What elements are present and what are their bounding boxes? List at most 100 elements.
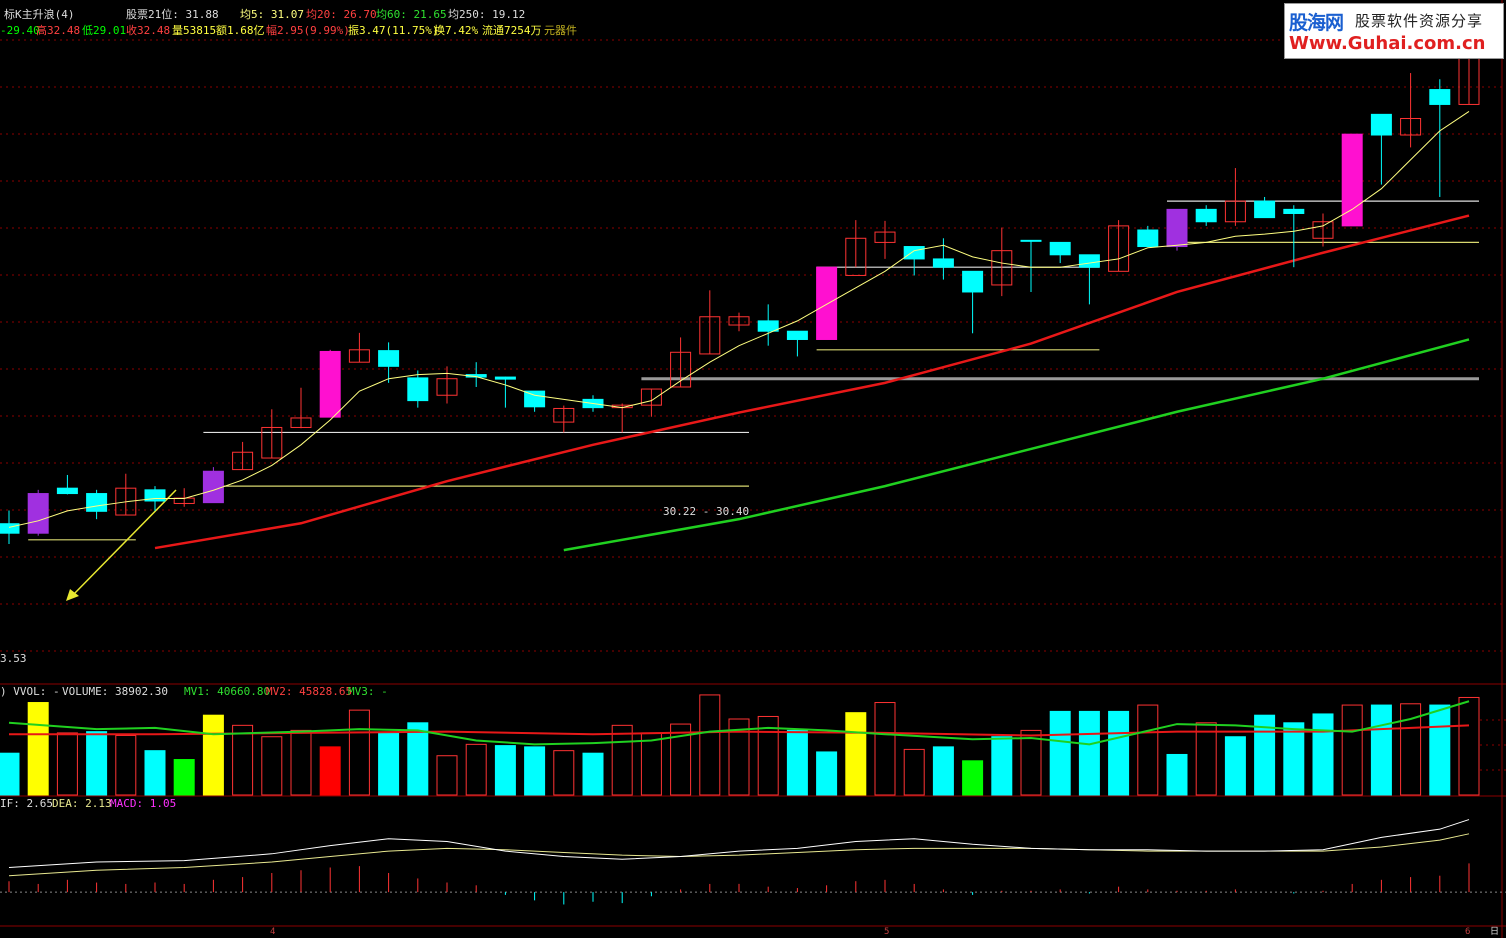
volume-bar — [1195, 722, 1217, 796]
chart-canvas — [0, 0, 1506, 938]
volume-bar — [1224, 736, 1246, 796]
ma250-label: 均250: 19.12 — [448, 8, 526, 21]
candle-body — [1283, 208, 1305, 214]
indicator-name: 标K主升浪(4) — [4, 8, 75, 21]
candle-body — [1429, 89, 1451, 105]
volume-bar — [144, 750, 166, 796]
x-tick-label: 5 — [884, 927, 890, 937]
price-range-label: 30.22 - 30.40 — [663, 505, 750, 518]
ma20-label: 均20: 26.70 — [306, 8, 377, 21]
candle-body — [1078, 254, 1100, 268]
candle-body — [757, 320, 779, 332]
high-label: 高32.48 — [36, 24, 81, 37]
float-label: 流通7254万 — [482, 24, 542, 37]
candle-body — [202, 470, 224, 504]
dif-line — [8, 819, 1470, 868]
dea-line — [8, 833, 1470, 877]
change-label: 幅2.95(9.99%) — [266, 24, 350, 37]
volume-bar — [56, 732, 78, 796]
volume-bar — [1283, 722, 1305, 796]
volume-bar — [319, 746, 341, 796]
low-label: 低29.01 — [82, 24, 127, 37]
volume-bar — [874, 702, 896, 796]
candle-body — [1370, 113, 1392, 136]
candle-body — [786, 330, 808, 340]
ma60-line — [563, 338, 1470, 552]
volume-bar — [0, 752, 20, 796]
watermark-url: Www.Guhai.com.cn — [1289, 33, 1486, 54]
volume-bar — [553, 750, 575, 796]
watermark-slogan: 股票软件资源分享 — [1355, 12, 1484, 30]
volume-bar — [86, 731, 108, 796]
volume-bar — [436, 755, 458, 796]
stock-chart-window: 标K主升浪(4) 股票21位: 31.88 均5: 31.07 均20: 26.… — [0, 0, 1506, 938]
volume-bar — [115, 734, 137, 796]
volume-bar — [816, 751, 838, 796]
candle-body — [319, 350, 341, 418]
candle-body — [1049, 241, 1071, 256]
candle-body — [494, 376, 516, 380]
candle-body — [1020, 239, 1042, 242]
volume-bar — [1341, 704, 1363, 796]
volume-bar — [232, 724, 254, 796]
volume-bar — [786, 729, 808, 796]
volume-bar — [1078, 710, 1100, 796]
candle-body — [1195, 208, 1217, 223]
mv3-label: MV3: - — [348, 685, 388, 698]
candle-body — [56, 487, 78, 495]
watermark-brand: 股海网 — [1289, 12, 1344, 34]
volume-bar — [27, 702, 49, 796]
volume-bar — [1370, 704, 1392, 796]
candle-body — [1254, 200, 1276, 219]
candle-body — [27, 493, 49, 534]
volume-bar — [261, 736, 283, 796]
volume-value-label: VOLUME: 38902.30 — [62, 685, 168, 698]
turnover-label: 换7.42% — [434, 24, 479, 37]
candle-body — [1341, 133, 1363, 227]
volume-bar — [494, 745, 516, 796]
candle-body — [378, 350, 400, 367]
volume-bar — [611, 724, 633, 796]
volume-bar — [348, 709, 370, 796]
dif-label: IF: 2.65 — [0, 797, 53, 810]
volume-bar — [378, 732, 400, 796]
candle-body — [932, 258, 954, 268]
volume-bar — [202, 714, 224, 796]
open-label: -29.40 — [0, 24, 40, 37]
mv1-line — [8, 700, 1470, 746]
watermark-logo: 股海网 股票软件资源分享 Www.Guhai.com.cn — [1284, 3, 1504, 59]
rank-label: 股票21位: 31.88 — [126, 8, 219, 21]
amplitude-label: 振3.47(11.75%) — [348, 24, 439, 37]
x-tick-label: 6 — [1465, 927, 1471, 937]
volume-bar — [1312, 713, 1334, 796]
volume-bar — [524, 746, 546, 796]
volume-bar — [1429, 704, 1451, 796]
dea-label: DEA: 2.13 — [52, 797, 112, 810]
volume-bar — [1458, 696, 1480, 796]
x-tick-label: 4 — [270, 927, 276, 937]
volume-bar — [991, 736, 1013, 796]
volume-bar — [903, 748, 925, 796]
volume-bar — [699, 694, 721, 796]
volume-bar — [465, 743, 487, 796]
close-label: 收32.48 — [126, 24, 171, 37]
candle-body — [816, 266, 838, 340]
candle-body — [0, 523, 20, 534]
volume-bar — [1049, 710, 1071, 796]
volume-bar — [1108, 710, 1130, 796]
x-tick-label: 日 — [1490, 927, 1500, 937]
amount-label: 额1.68亿 — [216, 24, 265, 37]
volume-bar — [962, 760, 984, 796]
candle-body — [903, 246, 925, 260]
candle-body — [407, 377, 429, 402]
volume-bar — [1166, 753, 1188, 796]
mv1-label: MV1: 40660.80 — [184, 685, 271, 698]
vvol-label: ) VVOL: - — [0, 685, 60, 698]
ma5-label: 均5: 31.07 — [240, 8, 304, 21]
ma60-label: 均60: 21.65 — [376, 8, 447, 21]
candle-body — [1166, 208, 1188, 248]
macd-label: MACD: 1.05 — [110, 797, 177, 810]
volume-label: 量53815 — [172, 24, 217, 37]
volume-bar — [1137, 704, 1159, 796]
volume-bar — [932, 746, 954, 796]
